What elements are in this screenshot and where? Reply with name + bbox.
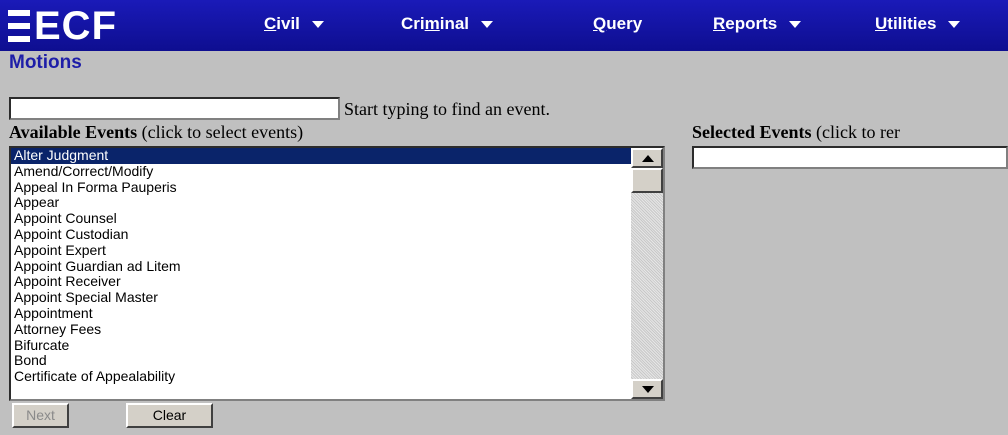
listbox-scrollbar[interactable] — [631, 148, 663, 399]
list-item[interactable]: Alter Judgment — [11, 148, 631, 164]
scrollbar-thumb[interactable] — [631, 168, 663, 193]
nav-criminal-label: Criminal — [401, 14, 470, 33]
available-events-title: Available Events — [9, 122, 138, 142]
scroll-down-button[interactable] — [631, 379, 663, 399]
nav-query-label: Query — [593, 14, 643, 33]
list-item[interactable]: Appointment — [11, 305, 631, 322]
available-events-listbox[interactable]: Alter Judgment Amend/Correct/Modify Appeal… — [9, 146, 665, 401]
clear-button[interactable]: Clear — [126, 403, 213, 428]
list-item[interactable]: Appear — [11, 195, 631, 211]
search-hint: Start typing to find an event. — [344, 99, 550, 119]
scroll-up-button[interactable] — [631, 148, 663, 168]
chevron-down-icon — [481, 21, 494, 29]
list-item[interactable]: Appoint Special Master — [11, 289, 631, 306]
list-item[interactable]: Amend/Correct/Modify — [11, 163, 631, 180]
list-item[interactable]: Bond — [11, 353, 631, 369]
selected-events-listbox[interactable] — [692, 146, 1008, 169]
available-events-list: Alter Judgment Amend/Correct/Modify Appeal… — [11, 148, 631, 385]
list-item[interactable]: Appoint Counsel — [11, 210, 631, 227]
cm-logo-icon — [6, 4, 32, 48]
list-item[interactable]: Appoint Guardian ad Litem — [11, 258, 631, 275]
nav-query-link[interactable]: Query — [593, 14, 642, 34]
list-item[interactable]: Appoint Custodian — [11, 226, 631, 243]
page-title: Motions — [9, 52, 82, 73]
nav-utilities-label: Utilities — [875, 14, 937, 33]
logo-text: ECF — [34, 4, 117, 48]
list-item[interactable]: Appoint Receiver — [11, 274, 631, 290]
top-navigation-bar: ECF Civil Criminal Query Reports Utiliti… — [0, 0, 1008, 51]
next-button[interactable]: Next — [12, 403, 69, 428]
chevron-down-icon — [311, 21, 324, 29]
nav-reports-menu[interactable]: Reports — [713, 14, 802, 34]
list-item[interactable]: Appeal In Forma Pauperis — [11, 179, 631, 196]
nav-civil-label: Civil — [264, 14, 300, 33]
selected-events-title: Selected Events — [692, 122, 812, 142]
event-search-input[interactable] — [9, 97, 340, 120]
list-item[interactable]: Bifurcate — [11, 337, 631, 354]
nav-utilities-menu[interactable]: Utilities — [875, 14, 961, 34]
list-item[interactable]: Certificate of Appealability — [11, 368, 631, 385]
list-item[interactable]: Appoint Expert — [11, 242, 631, 259]
arrow-up-icon — [642, 155, 654, 162]
nav-reports-label: Reports — [713, 14, 778, 33]
chevron-down-icon — [948, 21, 961, 29]
nav-criminal-menu[interactable]: Criminal — [401, 14, 494, 34]
nav-civil-menu[interactable]: Civil — [264, 14, 324, 34]
ecf-logo: ECF — [6, 2, 117, 50]
selected-events-heading: Selected Events (click to rer — [692, 122, 900, 143]
available-events-heading: Available Events (click to select events… — [9, 122, 303, 143]
selected-events-note: (click to rer — [815, 122, 900, 142]
available-events-note: (click to select events) — [141, 122, 304, 142]
list-item[interactable]: Attorney Fees — [11, 321, 631, 338]
chevron-down-icon — [789, 21, 802, 29]
arrow-down-icon — [642, 386, 654, 393]
